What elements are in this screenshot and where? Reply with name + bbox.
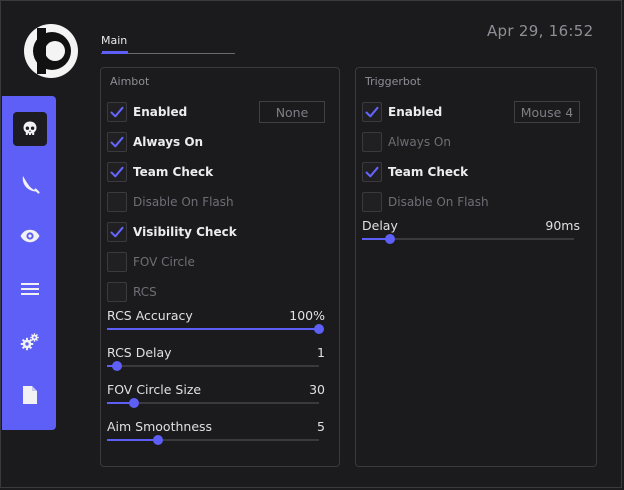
- aimbot-checkbox-always-on[interactable]: Always On: [107, 131, 203, 153]
- aimbot-checkbox-enabled[interactable]: Enabled: [107, 101, 187, 123]
- aimbot-keybind-button[interactable]: None: [259, 101, 325, 123]
- checkbox-label: Always On: [388, 135, 451, 149]
- checkbox-label: Disable On Flash: [388, 195, 489, 209]
- checkmark-icon: [110, 166, 124, 178]
- triggerbot-checkbox-team-check[interactable]: Team Check: [362, 161, 468, 183]
- checkmark-icon: [110, 226, 124, 238]
- aimbot-panel: Aimbot None Enabled Always On Team Check Di…: [100, 67, 340, 467]
- panel-title: Triggerbot: [365, 75, 421, 88]
- triggerbot-slider-delay[interactable]: [362, 234, 574, 244]
- slider-thumb[interactable]: [128, 398, 139, 408]
- sidebar-item-visuals[interactable]: [13, 219, 47, 253]
- slider-thumb[interactable]: [111, 361, 122, 371]
- sidebar-item-aimbot[interactable]: [13, 112, 47, 146]
- triggerbot-slider-value-delay: 90ms: [545, 218, 580, 233]
- aimbot-checkbox-rcs[interactable]: RCS: [107, 281, 157, 303]
- checkmark-icon: [110, 106, 124, 118]
- checkbox-box[interactable]: [107, 102, 127, 122]
- aimbot-slider-label-rcs-accuracy: RCS Accuracy: [107, 308, 193, 323]
- aimbot-slider-label-rcs-delay: RCS Delay: [107, 345, 172, 360]
- slider-thumb[interactable]: [314, 324, 324, 334]
- sidebar-item-config[interactable]: [13, 378, 47, 412]
- aimbot-slider-rcs-delay[interactable]: [107, 361, 319, 371]
- sidebar-item-settings[interactable]: [13, 325, 47, 359]
- triggerbot-panel: Triggerbot Mouse 4 Enabled Always On Team …: [355, 67, 597, 467]
- aimbot-checkbox-disable-on-flash[interactable]: Disable On Flash: [107, 191, 234, 213]
- aimbot-slider-value-rcs-delay: 1: [317, 345, 325, 360]
- aimbot-slider-value-fov-circle-size: 30: [309, 382, 325, 397]
- checkbox-label: Team Check: [388, 165, 469, 179]
- checkbox-label: FOV Circle: [133, 255, 195, 269]
- aimbot-checkbox-fov-circle[interactable]: FOV Circle: [107, 251, 195, 273]
- checkbox-box[interactable]: [107, 192, 127, 212]
- checkbox-box[interactable]: [107, 132, 127, 152]
- sidebar-item-knife[interactable]: [13, 167, 47, 201]
- tab-main[interactable]: Main: [101, 34, 127, 47]
- triggerbot-checkbox-disable-on-flash[interactable]: Disable On Flash: [362, 191, 489, 213]
- slider-fill: [107, 439, 158, 441]
- list-icon: [20, 281, 40, 297]
- sidebar: [2, 96, 56, 430]
- aimbot-slider-label-aim-smoothness: Aim Smoothness: [107, 419, 213, 434]
- checkbox-box[interactable]: [107, 222, 127, 242]
- checkbox-label: Team Check: [133, 165, 214, 179]
- aimbot-slider-aim-smoothness[interactable]: [107, 435, 319, 445]
- tab-active-indicator: [102, 51, 128, 54]
- aimbot-slider-value-rcs-accuracy: 100%: [289, 308, 325, 323]
- checkmark-icon: [365, 106, 379, 118]
- slider-fill: [107, 328, 319, 330]
- skull-icon: [21, 120, 39, 138]
- checkbox-box[interactable]: [362, 132, 382, 152]
- triggerbot-keybind-button[interactable]: Mouse 4: [514, 101, 580, 123]
- checkbox-label: Enabled: [388, 105, 443, 119]
- checkmark-icon: [110, 136, 124, 148]
- checkbox-box[interactable]: [107, 282, 127, 302]
- triggerbot-checkbox-always-on[interactable]: Always On: [362, 131, 451, 153]
- aimbot-checkbox-team-check[interactable]: Team Check: [107, 161, 213, 183]
- checkbox-label: Enabled: [133, 105, 188, 119]
- slider-thumb[interactable]: [384, 234, 395, 244]
- aimbot-checkbox-visibility-check[interactable]: Visibility Check: [107, 221, 237, 243]
- datetime-label: Apr 29, 16:52: [487, 22, 594, 40]
- aimbot-slider-label-fov-circle-size: FOV Circle Size: [107, 382, 202, 397]
- checkbox-label: Disable On Flash: [133, 195, 234, 209]
- triggerbot-checkbox-enabled[interactable]: Enabled: [362, 101, 442, 123]
- gears-icon: [19, 331, 41, 353]
- knife-icon: [19, 173, 41, 195]
- aimbot-slider-rcs-accuracy[interactable]: [107, 324, 324, 334]
- eye-icon: [19, 225, 41, 247]
- checkbox-label: RCS: [133, 285, 157, 299]
- panel-title: Aimbot: [110, 75, 150, 88]
- checkmark-icon: [365, 166, 379, 178]
- app-logo: [24, 24, 78, 78]
- aimbot-slider-value-aim-smoothness: 5: [317, 419, 325, 434]
- app-window: Main Apr 29, 16:52 Aimbot None Enabled Al…: [0, 0, 622, 488]
- slider-thumb[interactable]: [152, 435, 163, 445]
- checkbox-box[interactable]: [107, 162, 127, 182]
- checkbox-box[interactable]: [107, 252, 127, 272]
- aimbot-slider-fov-circle-size[interactable]: [107, 398, 319, 408]
- checkbox-box[interactable]: [362, 192, 382, 212]
- checkbox-label: Visibility Check: [133, 225, 237, 239]
- sidebar-item-misc[interactable]: [13, 272, 47, 306]
- document-icon: [21, 385, 39, 405]
- checkbox-box[interactable]: [362, 102, 382, 122]
- triggerbot-slider-label-delay: Delay: [362, 218, 398, 233]
- checkbox-box[interactable]: [362, 162, 382, 182]
- checkbox-label: Always On: [133, 135, 204, 149]
